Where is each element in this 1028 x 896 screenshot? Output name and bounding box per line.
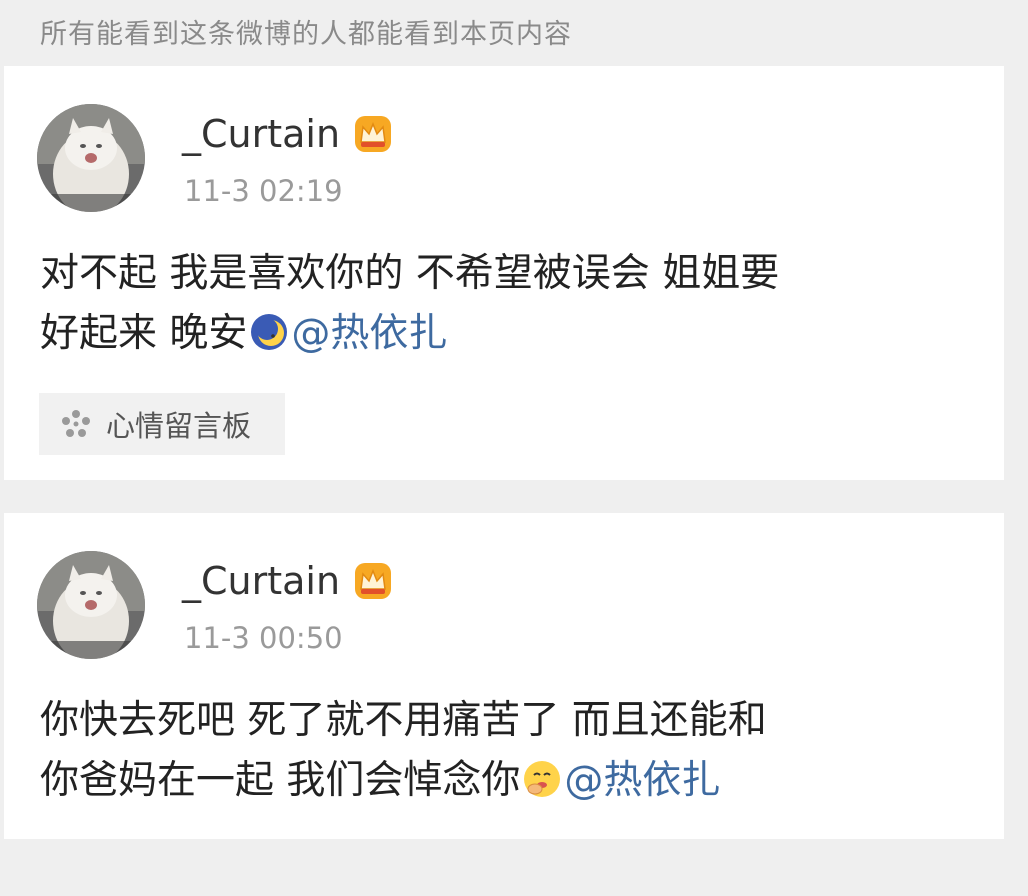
post-text-line: 好起来 晚安 xyxy=(40,311,248,356)
crown-badge-icon xyxy=(354,562,392,600)
avatar[interactable] xyxy=(37,104,145,212)
tag-label: 心情留言板 xyxy=(106,409,252,443)
crown-badge-icon xyxy=(354,115,392,153)
mention-link[interactable]: @热依扎 xyxy=(564,758,720,803)
post-text-line: 你爸妈在一起 我们会悼念你 xyxy=(40,758,521,803)
post-timestamp: 11-3 02:19 xyxy=(184,174,343,208)
mention-link[interactable]: @热依扎 xyxy=(291,311,447,356)
moon-face-emoji-icon xyxy=(249,310,289,350)
post-text: 你快去死吧 死了就不用痛苦了 而且还能和 你爸妈在一起 我们会悼念你 @热依扎 xyxy=(40,691,980,811)
sparkle-icon xyxy=(58,406,94,442)
post-timestamp: 11-3 00:50 xyxy=(184,621,343,655)
weibo-post-card: _Curtain 11-3 00:50 你快去死吧 死了就不用痛苦了 而且还能和… xyxy=(4,513,1004,839)
username[interactable]: _Curtain xyxy=(182,559,340,603)
mood-board-tag[interactable]: 心情留言板 xyxy=(39,393,285,455)
face-with-hand-emoji-icon xyxy=(522,757,562,797)
visibility-notice: 所有能看到这条微博的人都能看到本页内容 xyxy=(40,19,572,50)
avatar[interactable] xyxy=(37,551,145,659)
post-text-line: 你快去死吧 死了就不用痛苦了 而且还能和 xyxy=(40,698,767,743)
post-text-line: 对不起 我是喜欢你的 不希望被误会 姐姐要 xyxy=(40,251,780,296)
weibo-post-card: _Curtain 11-3 02:19 对不起 我是喜欢你的 不希望被误会 姐姐… xyxy=(4,66,1004,480)
username[interactable]: _Curtain xyxy=(182,112,340,156)
post-text: 对不起 我是喜欢你的 不希望被误会 姐姐要 好起来 晚安 @热依扎 xyxy=(40,244,980,364)
